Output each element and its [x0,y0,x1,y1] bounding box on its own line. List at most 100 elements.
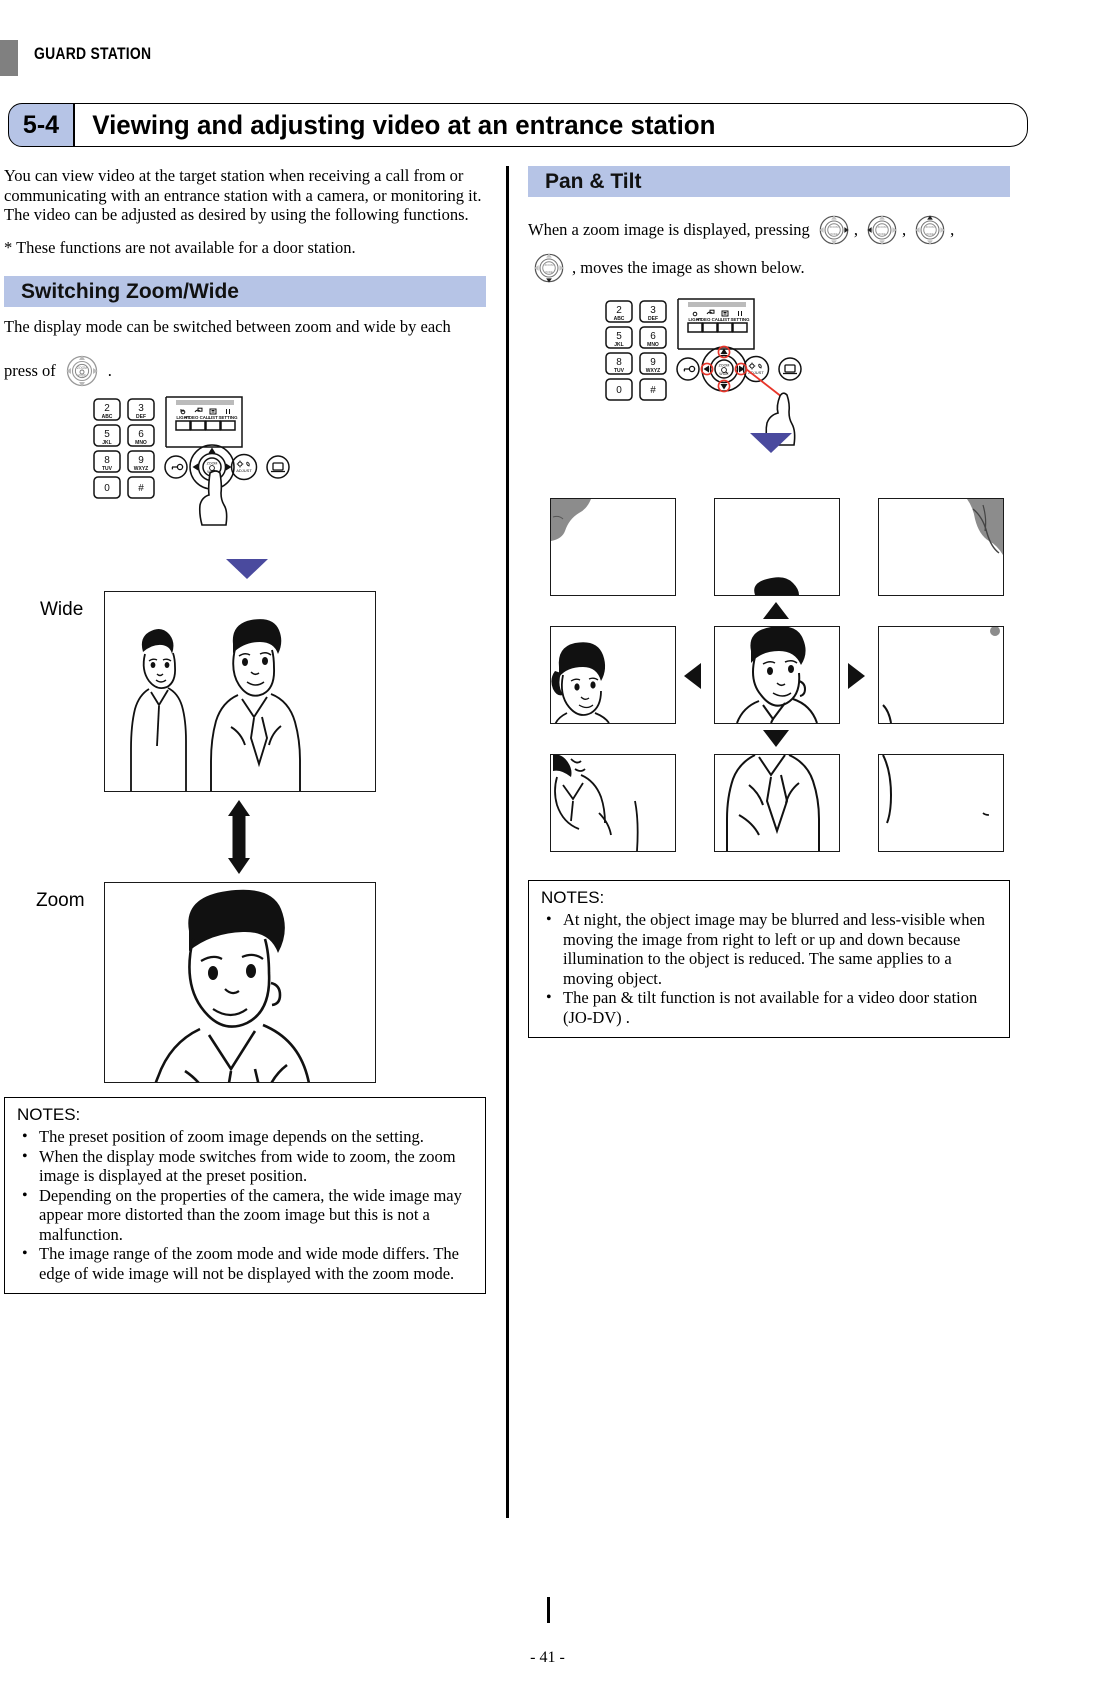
grid-cell-up-right [878,498,1004,596]
grid-cell-left [550,626,676,724]
manual-page: GUARD STATION 5-4 Viewing and adjusting … [0,0,1095,1695]
chapter-title-bar: 5-4 Viewing and adjusting video at an en… [8,103,1028,147]
svg-text:LIST: LIST [208,415,218,420]
footer-tick-mark [547,1597,550,1623]
comma-2: , [901,220,907,239]
svg-text:WXYZ: WXYZ [646,368,660,374]
screen-wide [104,591,376,792]
intro-paragraph: You can view video at the target station… [4,166,482,224]
dpad-right-icon: ZOOM WIDE [817,213,851,247]
note-item: At night, the object image may be blurre… [541,910,997,988]
notes-list: The preset position of zoom image depend… [17,1127,473,1283]
svg-text:ABC: ABC [614,316,625,322]
comma-3: , [950,220,955,239]
section-header-label: Switching Zoom/Wide [21,279,239,303]
svg-text:0: 0 [616,385,622,396]
svg-text:#: # [138,483,144,494]
svg-text:WIDE: WIDE [878,232,886,236]
intro-footnote: * These functions are not available for … [4,237,356,257]
zoom-wide-press-row: press of ZOOM WIDE . [4,353,486,389]
svg-text:LIST: LIST [720,317,730,322]
svg-text:WIDE: WIDE [926,232,934,236]
svg-text:6: 6 [650,331,656,342]
grid-arrow-up [763,602,789,619]
svg-text:MNO: MNO [647,342,659,348]
svg-text:8: 8 [104,455,110,466]
svg-text:TUV: TUV [102,466,113,472]
svg-text:ZOOM: ZOOM [877,225,887,229]
section-header-switching-zoom-wide: Switching Zoom/Wide [4,276,486,307]
runhead-marker [0,40,18,76]
svg-text:5: 5 [616,331,622,342]
page-footer: - 41 - [530,1649,565,1666]
svg-text:ZOOM: ZOOM [926,225,936,229]
svg-text:9: 9 [650,357,656,368]
bidirectional-arrow [226,800,252,874]
grid-arrow-right [848,663,865,689]
grid-arrow-down [763,730,789,747]
notes-box-left: NOTES: The preset position of zoom image… [4,1097,486,1294]
svg-text:SETTING: SETTING [218,415,238,420]
keypad-illustration-right: 2ABC 3DEF 5JKL 6MNO 8TUV 9WXYZ 0 # [528,297,1010,482]
left-column: You can view video at the target station… [4,166,486,1294]
svg-text:DEF: DEF [136,414,146,420]
notes-list: At night, the object image may be blurre… [541,910,997,1027]
svg-text:DEF: DEF [648,316,658,322]
svg-text:0: 0 [104,483,110,494]
flow-arrow-down-blue [226,559,268,579]
pan-tilt-lead-row-2: ZOOM WIDE , moves the image as shown bel… [528,251,1010,285]
note-item: The pan & tilt function is not available… [541,988,997,1027]
svg-text:ADJUST: ADJUST [236,468,252,473]
grid-cell-up-center [714,498,840,596]
dpad-up-icon: ZOOM WIDE [913,213,947,247]
runhead-label: GUARD STATION [34,44,152,63]
svg-text:3: 3 [650,305,656,316]
svg-text:ZOOM: ZOOM [544,263,554,267]
dpad-center-icon: ZOOM WIDE [64,353,100,389]
dpad-down-icon: ZOOM WIDE [532,251,566,285]
page-title: Viewing and adjusting video at an entran… [92,109,716,140]
svg-text:WIDE: WIDE [545,270,553,274]
grid-cell-right [878,626,1004,724]
flow-arrow-down-blue [750,433,792,453]
note-item: The image range of the zoom mode and wid… [17,1244,473,1283]
svg-text:6: 6 [138,429,144,440]
section-header-label: Pan & Tilt [545,169,642,193]
grid-cell-down-center [714,754,840,852]
grid-arrow-left [684,663,701,689]
svg-text:SETTING: SETTING [730,317,750,322]
keypad-illustration-left: 2ABC 3DEF 5JKL 6MNO 8TUV 9WXYZ 0 # [4,396,486,553]
note-item: The preset position of zoom image depend… [17,1127,473,1147]
svg-text:WIDE: WIDE [830,232,838,236]
svg-text:WXYZ: WXYZ [134,466,148,472]
notes-title: NOTES: [541,888,605,907]
note-item: When the display mode switches from wide… [17,1147,473,1186]
svg-text:ZOOM: ZOOM [207,462,218,466]
chapter-title-box: Viewing and adjusting video at an entran… [74,103,1028,147]
svg-text:ZOOM: ZOOM [77,366,87,370]
grid-cell-down-left [550,754,676,852]
svg-text:#: # [650,385,656,396]
svg-text:3: 3 [138,403,144,414]
svg-text:2: 2 [104,403,110,414]
svg-text:JKL: JKL [102,440,111,446]
pan-tilt-lead-row-1: When a zoom image is displayed, pressing… [528,213,1010,247]
section-header-pan-tilt: Pan & Tilt [528,166,1010,197]
grid-cell-center [714,626,840,724]
label-wide: Wide [40,599,84,620]
svg-text:MNO: MNO [135,440,147,446]
dpad-left-icon: ZOOM WIDE [865,213,899,247]
notes-box-right: NOTES: At night, the object image may be… [528,880,1010,1038]
svg-text:2: 2 [616,305,622,316]
svg-text:8: 8 [616,357,622,368]
chapter-number-badge: 5-4 [8,103,74,147]
press-of-label: press of [4,361,56,380]
label-zoom: Zoom [36,890,85,911]
svg-text:TUV: TUV [614,368,625,374]
pan-tilt-lead-text-2: , moves the image as shown below. [572,258,805,277]
column-divider [506,166,509,1518]
svg-text:5: 5 [104,429,110,440]
screen-zoom [104,882,376,1083]
grid-cell-up-left [550,498,676,596]
svg-text:JKL: JKL [614,342,623,348]
